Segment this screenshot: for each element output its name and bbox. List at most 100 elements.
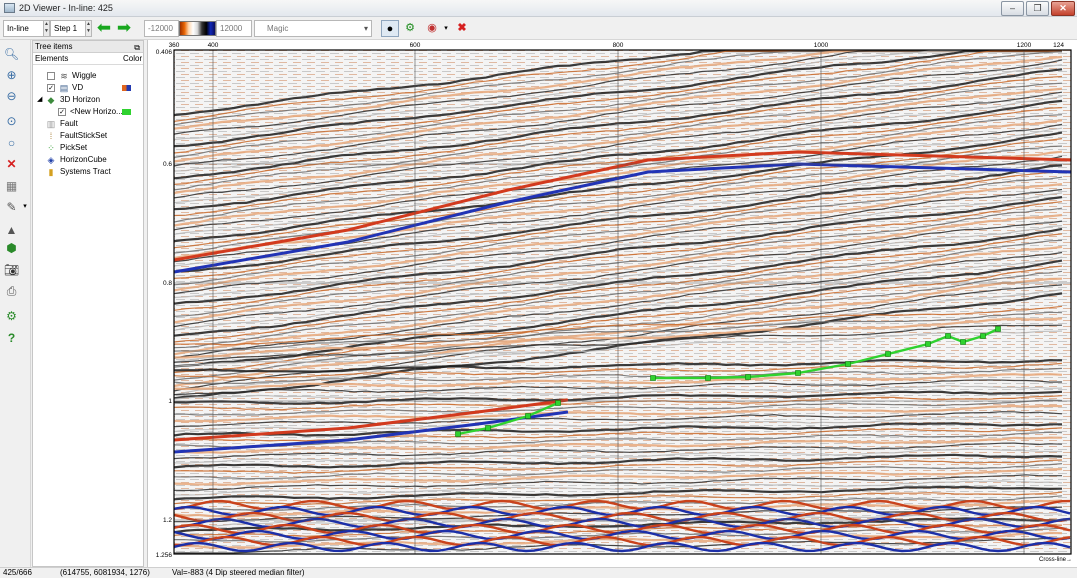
checkbox[interactable]: ✓ [47, 84, 55, 92]
horizon-seed[interactable] [485, 425, 491, 431]
zoom-icon[interactable]: 🔍︎ [3, 46, 20, 62]
tree-panel: Tree items ⧉ Elements Color ≋ Wiggle ✓ ▤… [32, 40, 144, 567]
tree-item-systems-tract[interactable]: ▮ Systems Tract [33, 166, 143, 178]
chevron-down-icon[interactable]: ▾ [441, 20, 451, 37]
eye-icon[interactable]: ◉ [423, 20, 441, 37]
horizon-seed[interactable] [960, 339, 966, 345]
tree-item-wiggle[interactable]: ≋ Wiggle [33, 70, 143, 82]
crossline-label: Cross-line→ [1039, 557, 1072, 563]
horizon-seed[interactable] [995, 326, 1001, 332]
zoom-out-icon[interactable]: ⊖ [3, 88, 20, 104]
tree-item-faultstickset[interactable]: ⁞ FaultStickSet [33, 130, 143, 142]
x-tick-label: 124 [1053, 42, 1064, 49]
print-icon[interactable]: ⎙ [3, 283, 20, 299]
y-tick-label: 0.406 [156, 49, 173, 56]
tree-item-fault[interactable]: ▥ Fault [33, 118, 143, 130]
x-tick-label: 400 [208, 42, 219, 49]
y-tick-label: 0.8 [163, 280, 172, 287]
colortable-value: Magic [267, 24, 289, 33]
horizon-seed[interactable] [525, 413, 531, 419]
faultstick-icon: ⁞ [49, 131, 53, 141]
gear-icon[interactable]: ⚙ [3, 308, 20, 324]
horizoncube-icon: ◈ [47, 155, 55, 165]
cube-icon[interactable]: ▦ [3, 178, 20, 194]
app-icon [4, 3, 15, 13]
horizon-seed[interactable] [555, 400, 561, 406]
left-toolbar: 🔍︎ ⊕ ⊖ ⊙ ○ ✕ ▦ ✎ ▾ ▲ ⬢ 📷︎ ⎙ ⚙ ? [0, 40, 31, 567]
status-bar: 425/666 (614755, 6081934, 1276) Val=-883… [0, 567, 1077, 577]
draw-icon[interactable]: ✎ [3, 199, 20, 215]
step-spinner[interactable]: ▲ ▼ [85, 20, 92, 37]
tree-item-pickset[interactable]: ⁘ PickSet [33, 142, 143, 154]
horizon-seed[interactable] [650, 375, 656, 381]
horizon-seed[interactable] [795, 370, 801, 376]
maximize-button[interactable]: ❐ [1026, 1, 1049, 16]
systems-tract-icon: ▮ [48, 167, 54, 177]
minimize-button[interactable]: – [1001, 1, 1024, 16]
horizon-seed[interactable] [980, 333, 986, 339]
inline-field[interactable]: In-line 425 [3, 20, 44, 48]
colortable-select[interactable]: Magic ▾ [254, 20, 372, 37]
inline-spinner[interactable]: ▲ ▼ [43, 20, 50, 37]
zoom-in-icon[interactable]: ⊕ [3, 67, 20, 83]
y-tick-label: 1 [168, 398, 172, 405]
tree-columns: Elements Color [33, 53, 143, 65]
tree-item-3d-horizon[interactable]: ◢ ◆ 3D Horizon [33, 94, 143, 106]
color-swatch [122, 85, 131, 91]
clear-icon[interactable]: ✖ [453, 20, 471, 37]
tree-item-label: <New Horizo... [70, 107, 123, 116]
vd-icon: ▤ [59, 83, 69, 93]
y-tick-label: 1.256 [156, 552, 173, 559]
x-tick-label: 360 [169, 42, 180, 49]
next-arrow-button[interactable]: ➡ [114, 19, 134, 37]
tree-item-label: FaultStickSet [60, 131, 108, 140]
elements-column: Elements [35, 54, 69, 63]
export-icon[interactable]: ⬢ [3, 240, 20, 256]
tree-item-horizoncube[interactable]: ◈ HorizonCube [33, 154, 143, 166]
help-icon[interactable]: ? [3, 330, 20, 346]
color-swatch [122, 109, 131, 115]
select-icon[interactable]: ▲ [3, 222, 20, 238]
horizon-seed[interactable] [945, 333, 951, 339]
tree-item-new-horizon[interactable]: ✓ <New Horizo... [33, 106, 143, 118]
y-tick-label: 0.6 [163, 161, 172, 168]
tree-item-label: Wiggle [72, 71, 97, 80]
horizon-seed[interactable] [455, 431, 461, 437]
horizon-seed[interactable] [745, 374, 751, 380]
x-tick-label: 600 [410, 42, 421, 49]
color-column: Color [123, 54, 143, 63]
zoom-fit-icon[interactable]: ⊙ [3, 113, 20, 129]
close-button[interactable]: ✕ [1051, 1, 1075, 16]
range-max-field[interactable]: 12000 [216, 20, 252, 37]
horizon-seed[interactable] [705, 375, 711, 381]
seismic-viewport[interactable]: 360 400 600 800 1000 1200 124 0.406 0.6 0.8 1 1.2 1… [147, 40, 1077, 567]
horizon-seed[interactable] [925, 341, 931, 347]
delete-icon[interactable]: ✕ [3, 156, 20, 172]
window-title: 2D Viewer - In-line: 425 [19, 3, 113, 13]
chevron-down-icon: ▾ [363, 24, 368, 33]
horizon-icon: ◆ [47, 95, 55, 105]
horizon-seed[interactable] [845, 361, 851, 367]
checkbox[interactable]: ✓ [58, 108, 66, 116]
zoom-reset-icon[interactable]: ○ [3, 135, 20, 151]
tree-item-label: Fault [60, 119, 78, 128]
checkbox[interactable] [47, 72, 55, 80]
pick-mode-icon[interactable]: ● [381, 20, 399, 37]
main-toolbar: In-line 425 ▲▼ Step 1 ▲▼ ⬅ ➡ -12000 1200… [0, 17, 1077, 48]
range-min-field[interactable]: -12000 [144, 20, 179, 37]
fault-icon: ▥ [46, 119, 56, 129]
camera-icon[interactable]: 📷︎ [3, 262, 20, 278]
tree-item-vd[interactable]: ✓ ▤ VD [33, 82, 143, 94]
tree-item-label: HorizonCube [60, 155, 107, 164]
tree-item-label: PickSet [60, 143, 88, 152]
chevron-down-icon[interactable]: ▾ [21, 199, 29, 215]
step-field[interactable]: Step 1 [50, 20, 86, 37]
x-tick-label: 800 [613, 42, 624, 49]
tree-header-label: Tree items [35, 42, 73, 51]
collapse-icon[interactable]: ◢ [37, 94, 42, 106]
seismic-section[interactable]: 360 400 600 800 1000 1200 124 0.406 0.6 0.8 1 1.2 1… [148, 40, 1077, 567]
previous-arrow-button[interactable]: ⬅ [94, 19, 114, 37]
colorbar [179, 21, 216, 36]
settings-gear-icon[interactable]: ⚙ [401, 20, 419, 37]
horizon-seed[interactable] [885, 351, 891, 357]
